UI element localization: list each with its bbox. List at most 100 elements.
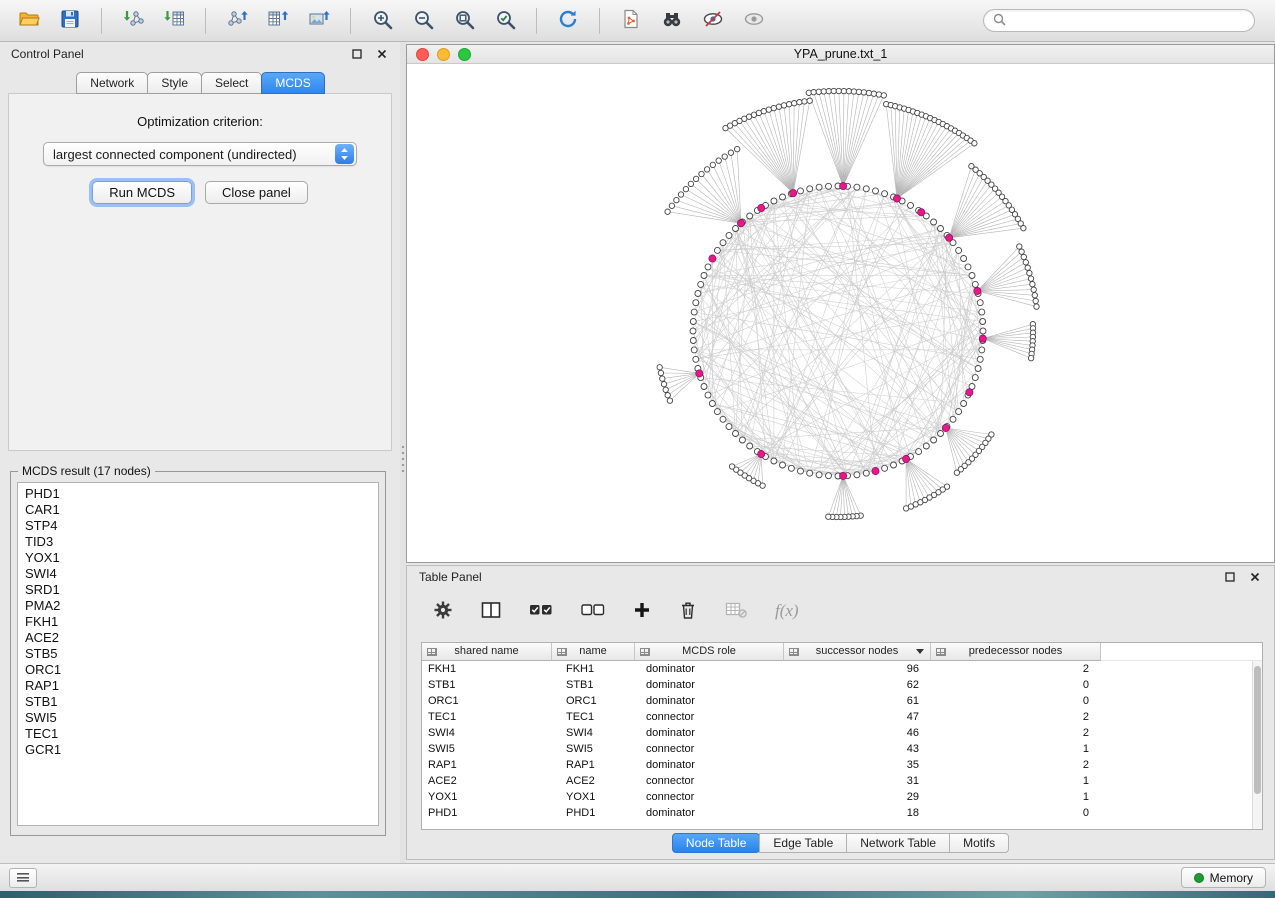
table-cell: 2 [931,709,1101,725]
mcds-result-item[interactable]: SWI5 [25,710,378,726]
zoom-in-button[interactable] [363,4,401,38]
mcds-result-item[interactable]: STP4 [25,518,378,534]
float-table-panel-icon[interactable] [1222,570,1237,585]
table-row[interactable]: YOX1YOX1connector291 [422,789,1262,805]
tab-select[interactable]: Select [201,72,262,94]
mcds-result-item[interactable]: PHD1 [25,486,378,502]
tab-edge-table[interactable]: Edge Table [759,833,847,853]
tab-mcds[interactable]: MCDS [261,72,324,94]
column-type-icon [427,648,437,656]
mcds-result-item[interactable]: STB5 [25,646,378,662]
mcds-result-item[interactable]: RAP1 [25,678,378,694]
close-panel-button[interactable]: Close panel [205,181,308,204]
table-cell: dominator [635,805,784,821]
refresh-button[interactable] [549,4,587,38]
open-file-button[interactable] [10,4,48,38]
import-table-icon [163,8,185,33]
mcds-result-item[interactable]: TID3 [25,534,378,550]
select-all-button[interactable] [527,600,555,623]
function-builder-button[interactable]: f(x) [773,599,801,623]
control-panel-tabs: NetworkStyleSelectMCDS [0,72,400,94]
zoom-selected-button[interactable] [486,4,524,38]
float-panel-icon[interactable] [349,47,364,62]
tab-network[interactable]: Network [76,72,148,94]
trash-icon [679,600,697,623]
mcds-result-item[interactable]: ORC1 [25,662,378,678]
table-cell: 18 [784,805,931,821]
table-panel-close-icon[interactable] [1247,570,1262,585]
search-input[interactable] [1011,14,1245,28]
table-row[interactable]: ORC1ORC1dominator610 [422,693,1262,709]
export-table-button[interactable] [259,4,297,38]
mcds-result-item[interactable]: GCR1 [25,742,378,758]
tab-style[interactable]: Style [147,72,202,94]
panel-menu-button[interactable] [9,868,37,888]
mcds-result-item[interactable]: CAR1 [25,502,378,518]
mcds-result-item[interactable]: SRD1 [25,582,378,598]
mcds-result-item[interactable]: TEC1 [25,726,378,742]
toggle-details-button[interactable] [735,4,773,38]
column-header-name[interactable]: name [552,643,635,661]
network-document-icon [620,8,642,33]
network-canvas[interactable] [407,64,1274,562]
import-table-button[interactable] [155,4,193,38]
table-cell: dominator [635,661,784,677]
mcds-result-item[interactable]: ACE2 [25,630,378,646]
zoom-out-button[interactable] [404,4,442,38]
table-settings-button[interactable] [431,598,455,625]
run-mcds-button[interactable]: Run MCDS [92,181,192,204]
close-window-button[interactable] [416,48,429,61]
column-header-predecessor-nodes[interactable]: predecessor nodes [931,643,1101,661]
add-column-button[interactable] [631,599,653,624]
column-header-shared-name[interactable]: shared name [422,643,552,661]
toolbar-separator [350,8,351,34]
column-header-successor-nodes[interactable]: successor nodes [784,643,931,661]
export-image-button[interactable] [300,4,338,38]
table-row[interactable]: FKH1FKH1dominator962 [422,661,1262,677]
network-titlebar[interactable]: YPA_prune.txt_1 [407,45,1274,64]
copy-network-button[interactable] [612,4,650,38]
find-button[interactable] [653,4,691,38]
table-cell-empty [1101,725,1262,741]
column-header-empty [1101,643,1262,661]
scrollbar-thumb[interactable] [1254,666,1261,794]
binoculars-icon [661,8,683,33]
mcds-result-item[interactable]: PMA2 [25,598,378,614]
table-row[interactable]: PHD1PHD1dominator180 [422,805,1262,821]
table-cell: connector [635,789,784,805]
table-cell: 0 [931,805,1101,821]
maximize-window-button[interactable] [458,48,471,61]
mcds-result-list[interactable]: PHD1CAR1STP4TID3YOX1SWI4SRD1PMA2FKH1ACE2… [17,482,379,826]
mcds-result-item[interactable]: FKH1 [25,614,378,630]
table-row[interactable]: ACE2ACE2connector311 [422,773,1262,789]
export-network-button[interactable] [218,4,256,38]
table-scrollbar[interactable] [1252,661,1262,829]
tab-motifs[interactable]: Motifs [949,833,1009,853]
table-row[interactable]: RAP1RAP1dominator352 [422,757,1262,773]
show-columns-button[interactable] [479,599,503,624]
delete-table-button[interactable] [723,599,749,624]
table-row[interactable]: SWI4SWI4dominator462 [422,725,1262,741]
unselect-all-button[interactable] [579,600,607,623]
criterion-dropdown[interactable]: largest connected component (undirected) [43,142,357,166]
table-row[interactable]: SWI5SWI5connector431 [422,741,1262,757]
import-network-button[interactable] [114,4,152,38]
memory-button[interactable]: Memory [1181,867,1266,888]
table-row[interactable]: TEC1TEC1connector472 [422,709,1262,725]
save-session-button[interactable] [51,4,89,38]
control-panel-close-icon[interactable] [374,47,389,62]
zoom-fit-button[interactable] [445,4,483,38]
delete-column-button[interactable] [677,598,699,625]
graphics-details-button[interactable] [694,4,732,38]
column-header-mcds-role[interactable]: MCDS role [635,643,784,661]
minimize-window-button[interactable] [437,48,450,61]
export-network-icon [226,8,248,33]
mcds-result-item[interactable]: SWI4 [25,566,378,582]
tab-network-table[interactable]: Network Table [846,833,950,853]
table-row[interactable]: STB1STB1dominator620 [422,677,1262,693]
mcds-result-item[interactable]: STB1 [25,694,378,710]
column-type-icon [789,648,799,656]
mcds-result-item[interactable]: YOX1 [25,550,378,566]
status-bar: Memory [0,863,1275,891]
tab-node-table[interactable]: Node Table [672,833,761,853]
